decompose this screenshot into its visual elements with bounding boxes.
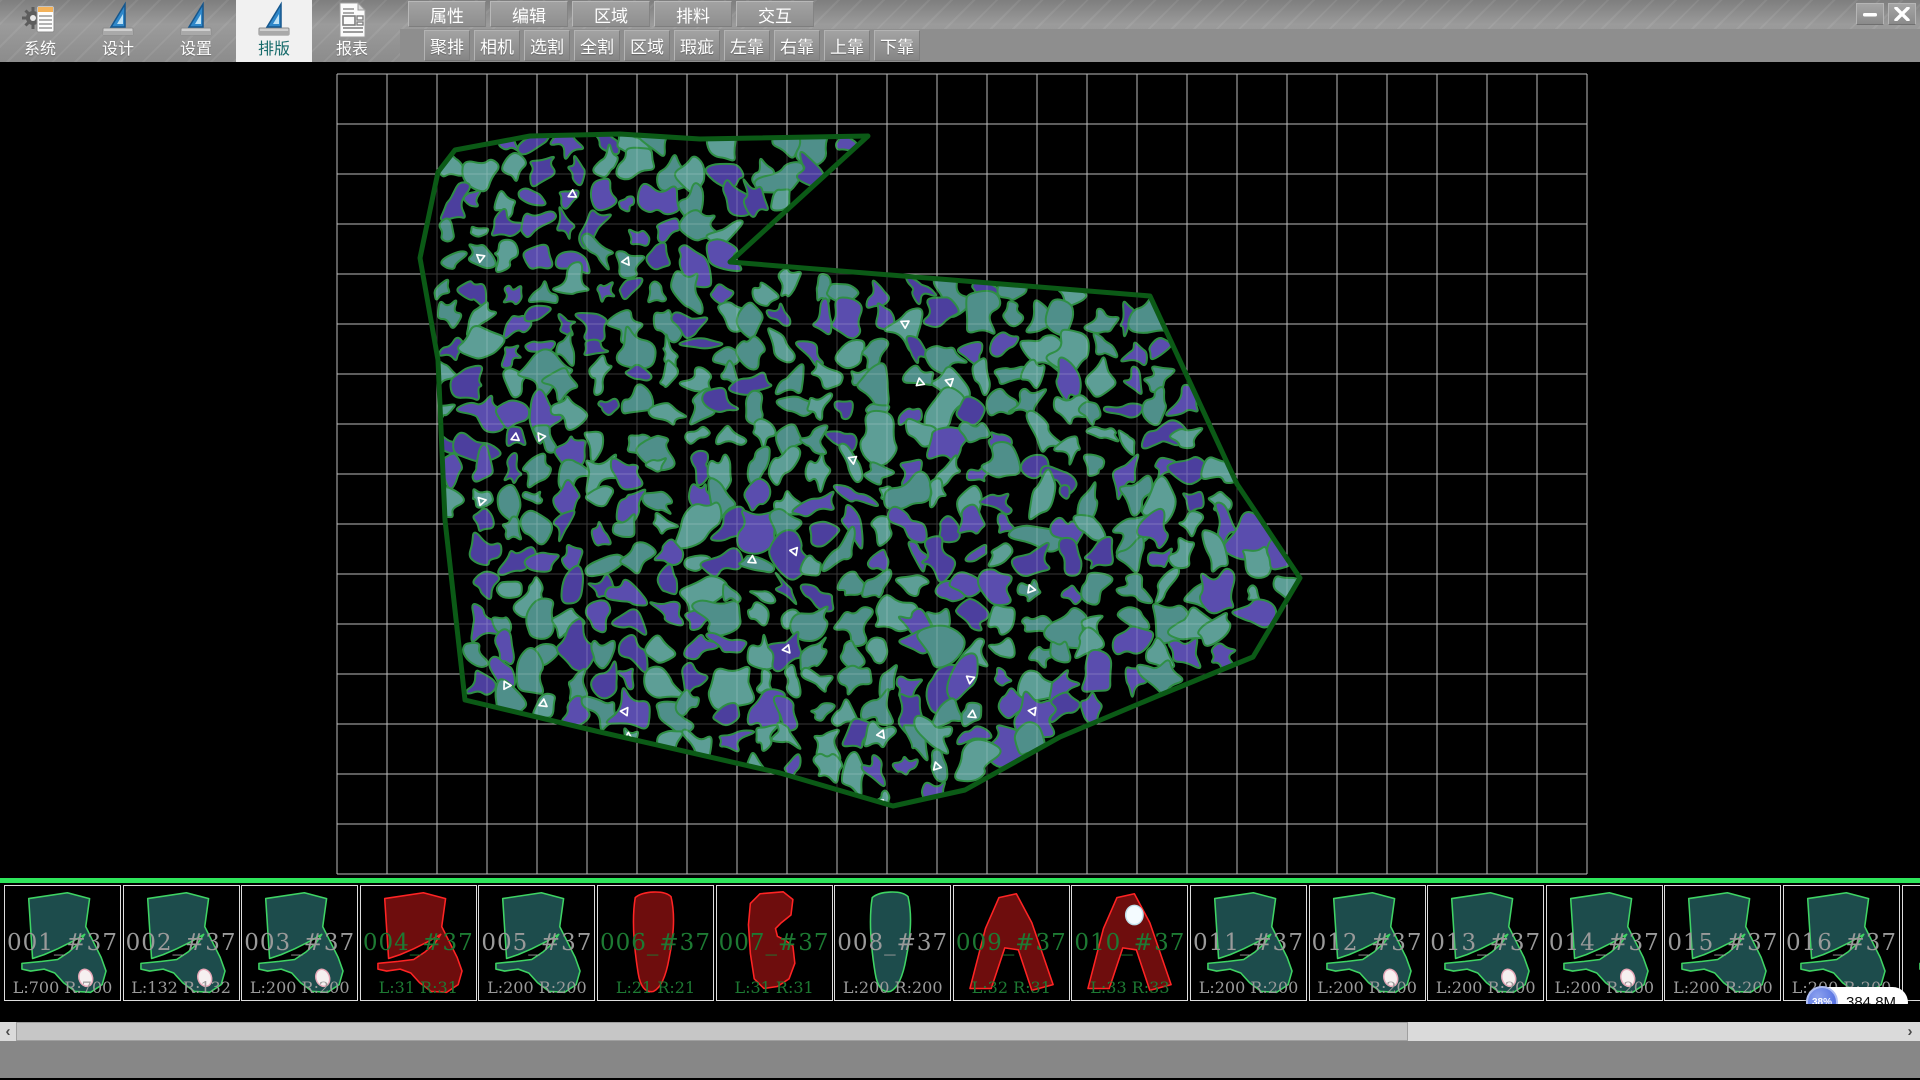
app-button-1[interactable]: 系统	[2, 0, 78, 62]
nesting-icon	[254, 0, 294, 40]
app-window: 系统设计设置排版报表 属性编辑区域排料交互 聚排相机选割全割区域瑕疵左靠右靠上靠…	[0, 0, 1920, 1080]
tool-button-4[interactable]: 全割	[574, 30, 620, 61]
part-count-label: L:200 R:200	[1428, 978, 1543, 997]
part-thumbnail-12[interactable]: 012_#37 L:200 R:200	[1309, 885, 1426, 1001]
menu-tab-2[interactable]: 编辑	[490, 1, 568, 27]
status-bar	[0, 1041, 1920, 1078]
part-count-label: L:21 R:21	[598, 978, 713, 997]
close-icon	[1894, 7, 1910, 21]
app-button-label: 系统	[24, 40, 56, 60]
part-count-label: L:200 R:200	[1191, 978, 1306, 997]
part-count-label: L:132 R:132	[124, 978, 239, 997]
nesting-drawing	[0, 62, 1920, 878]
part-id-label: 002_#37	[124, 930, 239, 956]
part-thumbnail-16[interactable]: 016_#37L:200 R:200	[1783, 885, 1900, 1001]
part-count-label: L:200 R:200	[1665, 978, 1780, 997]
part-count-label: L:200 R:200	[1310, 978, 1425, 997]
scroll-left-arrow-icon[interactable]: ‹	[0, 1022, 16, 1041]
parts-strip: 001_#37L:700 R:700002_#37L:132 R:132003_…	[0, 883, 1920, 1004]
strip-bottom-gap	[0, 1004, 1920, 1022]
close-button[interactable]	[1888, 3, 1916, 25]
app-button-4[interactable]: 排版	[236, 0, 312, 62]
report-icon	[332, 0, 372, 40]
part-thumbnail-5[interactable]: 005_#37 L:200 R:200	[478, 885, 595, 1001]
tool-button-9[interactable]: 上靠	[824, 30, 870, 61]
part-count-label: L:200 R:200	[1547, 978, 1662, 997]
app-button-label: 设置	[180, 40, 212, 60]
part-id-label: 012_#37	[1310, 930, 1425, 956]
tool-button-10[interactable]: 下靠	[874, 30, 920, 61]
tool-button-2[interactable]: 相机	[474, 30, 520, 61]
tool-button-8[interactable]: 右靠	[774, 30, 820, 61]
ribbon-bar: 系统设计设置排版报表 属性编辑区域排料交互 聚排相机选割全割区域瑕疵左靠右靠上靠…	[0, 0, 1920, 62]
part-thumbnail-6[interactable]: 006_#37 L:21 R:21	[597, 885, 714, 1001]
part-count-label: L:200 R:200	[242, 978, 357, 997]
minimize-button[interactable]	[1856, 3, 1884, 25]
tool-button-row: 聚排相机选割全割区域瑕疵左靠右靠上靠下靠	[424, 30, 924, 61]
part-id-label: 008_#37	[835, 930, 950, 956]
scroll-right-arrow-icon[interactable]: ›	[1902, 1022, 1918, 1041]
scrollbar-thumb[interactable]	[16, 1022, 1408, 1041]
part-id-label: 016_#37	[1784, 930, 1899, 956]
part-count-label: L:700 R:700	[5, 978, 120, 997]
tool-button-7[interactable]: 左靠	[724, 30, 770, 61]
tool-button-3[interactable]: 选割	[524, 30, 570, 61]
app-launcher: 系统 设计 设置 排版 报表	[2, 0, 392, 62]
nesting-canvas[interactable]	[0, 62, 1920, 878]
menu-tab-5[interactable]: 交互	[736, 1, 814, 27]
part-id-label: 010_#37	[1072, 930, 1187, 956]
tool-button-6[interactable]: 瑕疵	[674, 30, 720, 61]
part-thumbnail-14[interactable]: 014_#37 L:200 R:200	[1546, 885, 1663, 1001]
menu-tab-row: 属性编辑区域排料交互	[408, 1, 818, 27]
app-button-2[interactable]: 设计	[80, 0, 156, 62]
app-button-label: 设计	[102, 40, 134, 60]
part-id-label: 009_#37	[954, 930, 1069, 956]
minimize-icon	[1862, 7, 1878, 21]
part-id-label: 007_#37	[717, 930, 832, 956]
part-count-label: L:31 R:31	[717, 978, 832, 997]
part-thumbnail-7[interactable]: 007_#37 L:31 R:31	[716, 885, 833, 1001]
part-count-label: L:32 R:31	[954, 978, 1069, 997]
part-count-label: L:200 R:200	[835, 978, 950, 997]
part-thumbnail-15[interactable]: 015_#37 L:200 R:200	[1664, 885, 1781, 1001]
part-thumbnail-partial[interactable]	[1902, 885, 1920, 1001]
menu-tab-3[interactable]: 区域	[572, 1, 650, 27]
part-thumbnail-13[interactable]: 013_#37 L:200 R:200	[1427, 885, 1544, 1001]
app-button-label: 报表	[336, 40, 368, 60]
app-button-label: 排版	[258, 40, 290, 60]
part-thumbnail-3[interactable]: 003_#37 L:200 R:200	[241, 885, 358, 1001]
part-thumbnail-4[interactable]: 004_#37 L:31 R:31	[360, 885, 477, 1001]
part-thumbnail-8[interactable]: 008_#37 L:200 R:200	[834, 885, 951, 1001]
part-id-label: 005_#37	[479, 930, 594, 956]
design-icon	[98, 0, 138, 40]
part-thumbnail-9[interactable]: 009_#37 L:32 R:31	[953, 885, 1070, 1001]
part-thumbnail-1[interactable]: 001_#37 L:700 R:700	[4, 885, 121, 1001]
part-count-label: L:33 R:33	[1072, 978, 1187, 997]
app-button-5[interactable]: 报表	[314, 0, 390, 62]
menu-tab-1[interactable]: 属性	[408, 1, 486, 27]
tool-button-5[interactable]: 区域	[624, 30, 670, 61]
part-count-label: L:31 R:31	[361, 978, 476, 997]
part-id-label: 015_#37	[1665, 930, 1780, 956]
tool-button-1[interactable]: 聚排	[424, 30, 470, 61]
part-id-label: 001_#37	[5, 930, 120, 956]
part-id-label: 004_#37	[361, 930, 476, 956]
horizontal-scrollbar[interactable]: ‹ ›	[0, 1022, 1920, 1041]
part-thumbnail-2[interactable]: 002_#37 L:132 R:132	[123, 885, 240, 1001]
part-id-label: 013_#37	[1428, 930, 1543, 956]
part-count-label: L:200 R:200	[479, 978, 594, 997]
part-id-label: 006_#37	[598, 930, 713, 956]
menu-tab-4[interactable]: 排料	[654, 1, 732, 27]
part-thumbnail-11[interactable]: 011_#37 L:200 R:200	[1190, 885, 1307, 1001]
part-id-label: 011_#37	[1191, 930, 1306, 956]
part-thumbnail-10[interactable]: 010_#37 L:33 R:33	[1071, 885, 1188, 1001]
part-shape-teal	[1903, 886, 1920, 1001]
system-icon	[20, 0, 60, 40]
app-button-3[interactable]: 设置	[158, 0, 234, 62]
settings-icon	[176, 0, 216, 40]
part-id-label: 003_#37	[242, 930, 357, 956]
part-id-label: 014_#37	[1547, 930, 1662, 956]
